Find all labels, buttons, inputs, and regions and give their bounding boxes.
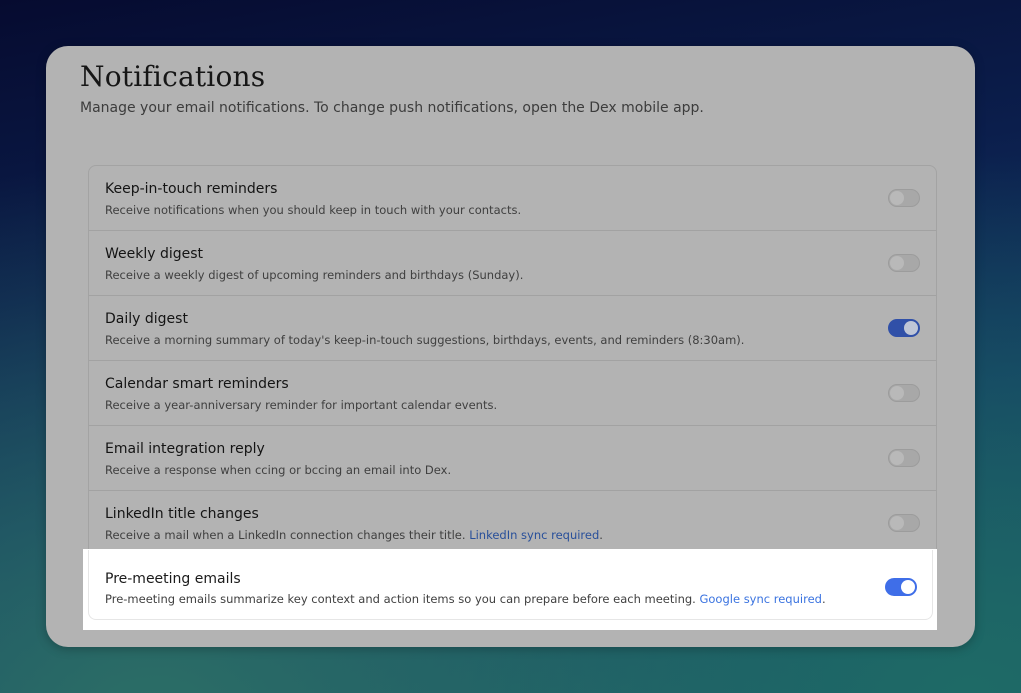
highlighted-setting-pre-meeting-emails: Pre-meeting emails Pre-meeting emails su…	[83, 549, 937, 630]
toggle-knob	[890, 191, 904, 205]
linkedin-title-changes-toggle[interactable]	[888, 514, 920, 532]
email-integration-reply-toggle[interactable]	[888, 449, 920, 467]
weekly-digest-toggle[interactable]	[888, 254, 920, 272]
setting-row-pre-meeting-emails: Pre-meeting emails Pre-meeting emails su…	[88, 550, 933, 620]
setting-description: Receive a mail when a LinkedIn connectio…	[105, 528, 603, 543]
toggle-knob	[890, 386, 904, 400]
page-title: Notifications	[80, 60, 266, 93]
toggle-knob	[904, 321, 918, 335]
setting-row-linkedin-title-changes: LinkedIn title changes Receive a mail wh…	[89, 491, 936, 556]
keep-in-touch-toggle[interactable]	[888, 189, 920, 207]
page-subtitle: Manage your email notifications. To chan…	[80, 100, 704, 116]
google-sync-link[interactable]: Google sync required	[699, 592, 821, 606]
setting-description: Receive notifications when you should ke…	[105, 203, 522, 217]
setting-description: Receive a weekly digest of upcoming remi…	[105, 268, 524, 282]
setting-title: Pre-meeting emails	[105, 571, 241, 587]
setting-description: Receive a year-anniversary reminder for …	[105, 398, 498, 412]
toggle-knob	[890, 516, 904, 530]
setting-title: Weekly digest	[105, 246, 204, 262]
setting-title: Calendar smart reminders	[105, 376, 289, 392]
setting-title: Daily digest	[105, 311, 188, 327]
setting-description-text: Receive a mail when a LinkedIn connectio…	[105, 528, 470, 542]
setting-row-keep-in-touch: Keep-in-touch reminders Receive notifica…	[89, 166, 936, 231]
daily-digest-toggle[interactable]	[888, 319, 920, 337]
toggle-knob	[901, 580, 915, 594]
calendar-smart-reminders-toggle[interactable]	[888, 384, 920, 402]
setting-row-calendar-smart-reminders: Calendar smart reminders Receive a year-…	[89, 361, 936, 426]
toggle-knob	[890, 451, 904, 465]
setting-description-text: Pre-meeting emails summarize key context…	[105, 592, 700, 606]
period-text: .	[821, 592, 826, 606]
period-text: .	[599, 528, 603, 542]
linkedin-sync-link[interactable]: LinkedIn sync required	[469, 528, 599, 542]
setting-row-email-integration-reply: Email integration reply Receive a respon…	[89, 426, 936, 491]
setting-description: Pre-meeting emails summarize key context…	[105, 592, 826, 607]
setting-row-daily-digest: Daily digest Receive a morning summary o…	[89, 296, 936, 361]
setting-title: Email integration reply	[105, 441, 265, 457]
setting-title: Keep-in-touch reminders	[105, 181, 278, 197]
setting-title: LinkedIn title changes	[105, 506, 259, 522]
toggle-knob	[890, 256, 904, 270]
setting-row-weekly-digest: Weekly digest Receive a weekly digest of…	[89, 231, 936, 296]
pre-meeting-emails-toggle[interactable]	[885, 578, 917, 596]
setting-description: Receive a response when ccing or bccing …	[105, 463, 452, 477]
setting-description: Receive a morning summary of today's kee…	[105, 333, 745, 347]
